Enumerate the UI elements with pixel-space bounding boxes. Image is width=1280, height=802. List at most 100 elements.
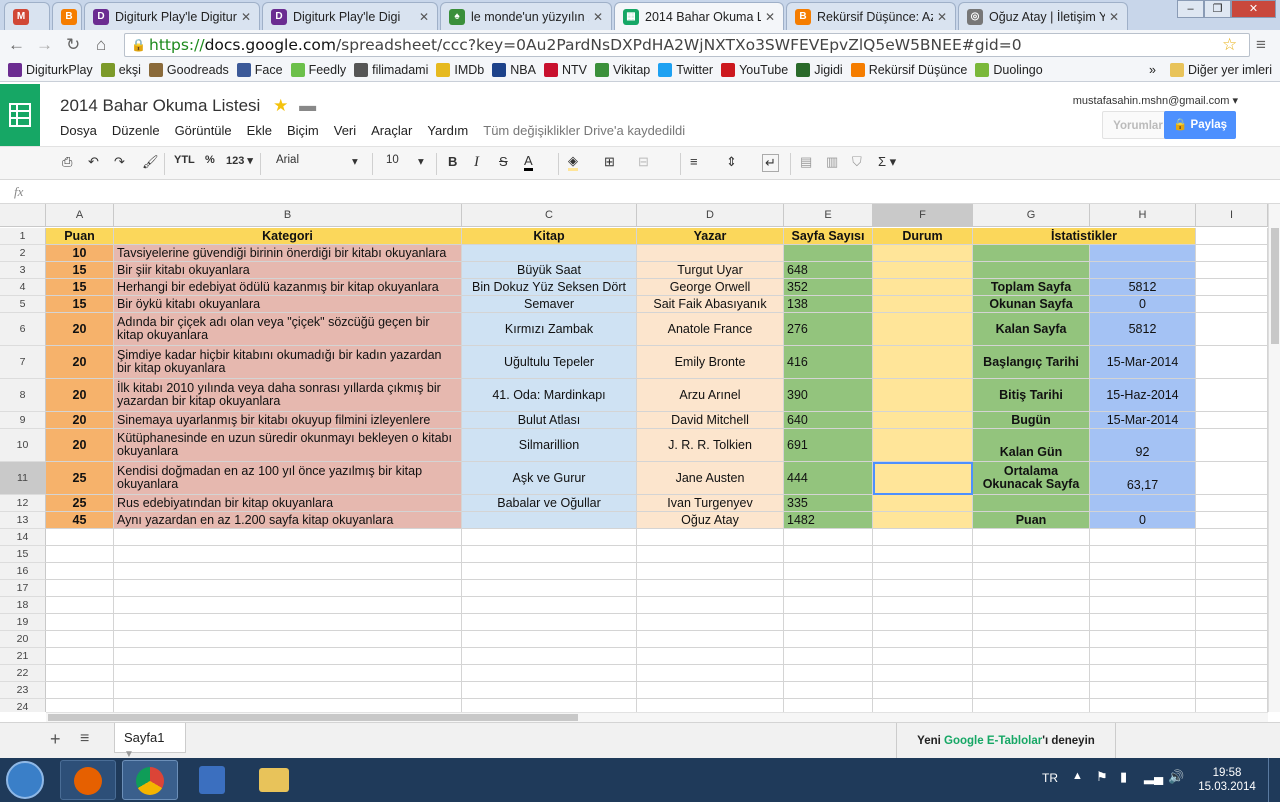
row-header[interactable]: 13	[0, 512, 46, 529]
cell[interactable]	[1196, 563, 1268, 580]
cell[interactable]: Bulut Atlası	[462, 412, 637, 429]
library-taskbar-icon[interactable]	[184, 760, 240, 800]
home-icon[interactable]: ⌂	[96, 35, 106, 55]
volume-icon[interactable]: 🔊	[1168, 769, 1184, 785]
cell[interactable]	[114, 546, 462, 563]
cell[interactable]	[637, 245, 784, 262]
cell[interactable]	[973, 529, 1090, 546]
cell[interactable]	[462, 665, 637, 682]
cell[interactable]: Babalar ve Oğullar	[462, 495, 637, 512]
cell[interactable]: 5812	[1090, 279, 1196, 296]
cell[interactable]	[114, 614, 462, 631]
back-icon[interactable]: ←	[8, 35, 25, 55]
cell[interactable]	[1196, 279, 1268, 296]
menu-item[interactable]: Görüntüle	[175, 123, 232, 138]
cell[interactable]: 276	[784, 313, 873, 346]
cell[interactable]	[873, 665, 973, 682]
cell[interactable]: Uğultulu Tepeler	[462, 346, 637, 379]
cell[interactable]: 390	[784, 379, 873, 412]
cell[interactable]: Yazar	[637, 228, 784, 245]
cell[interactable]	[873, 313, 973, 346]
cell[interactable]	[462, 648, 637, 665]
cell[interactable]	[1090, 262, 1196, 279]
bookmark-star-icon[interactable]: ☆	[1222, 35, 1237, 55]
star-icon[interactable]: ★	[273, 96, 288, 115]
italic-icon[interactable]: I	[474, 154, 479, 171]
cell[interactable]	[1090, 699, 1196, 712]
cell[interactable]	[46, 631, 114, 648]
cell[interactable]	[873, 563, 973, 580]
forward-icon[interactable]: →	[36, 35, 53, 55]
cell[interactable]	[114, 529, 462, 546]
cell[interactable]	[784, 682, 873, 699]
cell[interactable]: Aynı yazardan en az 1.200 sayfa kitap ok…	[114, 512, 462, 529]
bookmark-item[interactable]: Jigidi	[796, 62, 843, 77]
cell[interactable]	[973, 682, 1090, 699]
cell[interactable]	[1090, 614, 1196, 631]
menu-item[interactable]: Dosya	[60, 123, 97, 138]
cell[interactable]: Oğuz Atay	[637, 512, 784, 529]
cell[interactable]	[114, 563, 462, 580]
row-header[interactable]: 3	[0, 262, 46, 279]
cell[interactable]	[1196, 228, 1268, 245]
cell[interactable]: İstatistikler	[973, 228, 1196, 245]
close-tab-icon[interactable]: ✕	[765, 10, 775, 24]
sheets-logo-icon[interactable]	[0, 84, 40, 146]
cell[interactable]	[784, 648, 873, 665]
cell[interactable]	[1196, 245, 1268, 262]
undo-icon[interactable]: ↶	[88, 154, 99, 170]
overflow-chevron-icon[interactable]: »	[1149, 63, 1156, 77]
close-tab-icon[interactable]: ✕	[1109, 10, 1119, 24]
maximize-button[interactable]: ❐	[1204, 0, 1231, 18]
cell[interactable]	[114, 699, 462, 712]
cell[interactable]	[784, 614, 873, 631]
currency-format-button[interactable]: YTL	[174, 154, 195, 166]
cell[interactable]: Ortalama Okunacak Sayfa	[973, 462, 1090, 495]
cell[interactable]	[637, 529, 784, 546]
cell[interactable]	[873, 379, 973, 412]
paint-format-icon[interactable]: 🖌	[142, 154, 159, 170]
column-header[interactable]: A	[46, 204, 114, 227]
font-size-dropdown[interactable]: 10 ▾	[386, 154, 426, 168]
row-header[interactable]: 6	[0, 313, 46, 346]
bookmark-item[interactable]: DigiturkPlay	[8, 62, 93, 77]
cell[interactable]	[784, 563, 873, 580]
language-indicator[interactable]: TR	[1042, 771, 1058, 785]
cell[interactable]	[1196, 631, 1268, 648]
sheet-list-icon[interactable]: ≡	[80, 730, 89, 748]
vertical-align-icon[interactable]: ⇕	[726, 154, 737, 170]
row-header[interactable]: 5	[0, 296, 46, 313]
chrome-taskbar-icon[interactable]	[122, 760, 178, 800]
cell[interactable]	[1196, 313, 1268, 346]
cell[interactable]	[114, 682, 462, 699]
bookmark-item[interactable]: Twitter	[658, 62, 713, 77]
other-bookmarks[interactable]: » Diğer yer imleri	[1149, 62, 1272, 77]
cell[interactable]	[462, 512, 637, 529]
tray-expand-icon[interactable]: ▲	[1072, 770, 1083, 782]
cell[interactable]	[46, 648, 114, 665]
cell[interactable]: 20	[46, 379, 114, 412]
close-tab-icon[interactable]: ✕	[241, 10, 251, 24]
cell[interactable]	[784, 597, 873, 614]
cell[interactable]	[114, 665, 462, 682]
browser-tab[interactable]: D Digiturk Play'le Digi ✕	[262, 2, 438, 30]
cell[interactable]: 0	[1090, 512, 1196, 529]
cell[interactable]: Sinemaya uyarlanmış bir kitabı okuyup fi…	[114, 412, 462, 429]
cell[interactable]: Tavsiyelerine güvendiği birinin önerdiği…	[114, 245, 462, 262]
column-header[interactable]: I	[1196, 204, 1268, 227]
cell[interactable]	[46, 665, 114, 682]
minimize-button[interactable]: –	[1177, 0, 1204, 18]
cell[interactable]: İlk kitabı 2010 yılında veya daha sonras…	[114, 379, 462, 412]
cell[interactable]: 352	[784, 279, 873, 296]
menu-item[interactable]: Ekle	[247, 123, 272, 138]
cell[interactable]	[873, 346, 973, 379]
cell[interactable]	[873, 597, 973, 614]
chart-icon[interactable]: ▥	[826, 154, 838, 170]
firefox-taskbar-icon[interactable]	[60, 760, 116, 800]
cell[interactable]	[462, 529, 637, 546]
cell[interactable]	[462, 563, 637, 580]
cell[interactable]: Başlangıç Tarihi	[973, 346, 1090, 379]
cell[interactable]: Aşk ve Gurur	[462, 462, 637, 495]
cell[interactable]: Bin Dokuz Yüz Seksen Dört	[462, 279, 637, 296]
cell[interactable]	[1196, 429, 1268, 462]
